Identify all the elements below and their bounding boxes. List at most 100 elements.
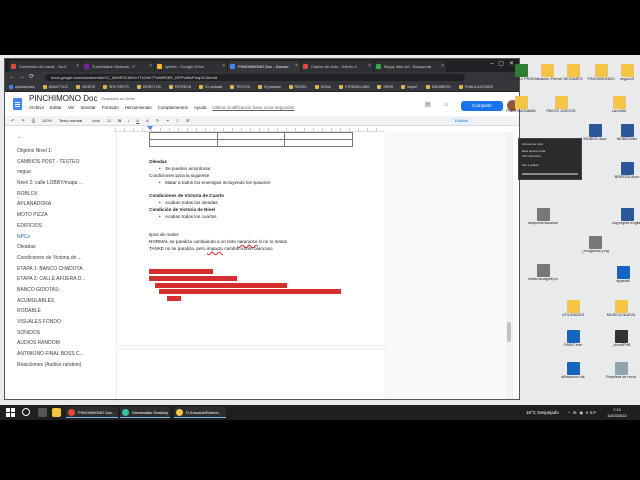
clock[interactable]: 7:13 11/03/2022 bbox=[607, 407, 627, 418]
misspelled-word[interactable]: impacto bbox=[207, 246, 223, 251]
outline-item[interactable]: Condiciones de Victoria de ... bbox=[17, 253, 85, 264]
outline-item[interactable]: SONIDOS bbox=[17, 328, 85, 339]
paragraph[interactable]: tipos de malos bbox=[149, 232, 179, 237]
paragraph[interactable]: Condiciones para la siguiente bbox=[149, 173, 209, 178]
system-tray[interactable]: ^ ✉ ◉ ESP bbox=[568, 405, 597, 420]
windows-start-icon[interactable] bbox=[6, 408, 15, 417]
underline-icon[interactable]: U bbox=[136, 118, 139, 123]
bullet-item[interactable]: Matar a todos los enemigos incluyendo lo… bbox=[159, 180, 270, 185]
document-page-2[interactable] bbox=[117, 350, 385, 399]
weather-widget[interactable]: 16°C Despejado bbox=[526, 405, 559, 420]
desktop-icon[interactable]: copyrights english.docx bbox=[612, 208, 640, 226]
align-icon[interactable]: ≡ bbox=[177, 118, 179, 123]
font-size-select[interactable]: 11 bbox=[107, 118, 111, 123]
bookmark[interactable]: GEMA bbox=[314, 85, 331, 89]
italic-icon[interactable]: I bbox=[128, 118, 129, 123]
redacted-text[interactable] bbox=[159, 289, 341, 294]
bookmark[interactable]: MIEMBROS bbox=[425, 85, 451, 89]
desktop-icon[interactable]: _icondFHB bbox=[606, 330, 636, 348]
menu-formato[interactable]: Formato bbox=[102, 105, 119, 110]
bookmark[interactable]: PATREON bbox=[168, 85, 191, 89]
close-icon[interactable]: × bbox=[441, 61, 444, 72]
task-view-icon[interactable] bbox=[38, 408, 47, 417]
comment-icon[interactable]: ▤ ⌂ bbox=[425, 101, 454, 108]
outline-item[interactable]: ETAPA 1: BANCO CHADOTA bbox=[17, 264, 85, 275]
outline-item[interactable]: ETAPA 2: CALLE AFUERA D... bbox=[17, 274, 85, 285]
paragraph-tanke[interactable]: TANKE no se paraliza, pero impacto cambi… bbox=[149, 246, 273, 251]
bullet-item[interactable]: Acaban todas las oleadas bbox=[159, 200, 218, 205]
taskbar-app-streamlabs[interactable]: Streamlabs Desktop bbox=[120, 407, 170, 418]
link-icon[interactable]: ⚭ bbox=[166, 118, 169, 123]
menu-herramientas[interactable]: Herramientas bbox=[125, 105, 152, 110]
desktop-icon[interactable]: UTILIDADES bbox=[558, 300, 588, 318]
desktop-icon[interactable]: car.knife bbox=[604, 96, 634, 114]
bookmark[interactable]: Aplicaciones bbox=[9, 85, 35, 89]
bold-icon[interactable]: B bbox=[118, 118, 121, 123]
bullet-item[interactable]: Se pueden amontonar bbox=[159, 166, 211, 171]
outline-item[interactable]: negus: bbox=[17, 167, 85, 178]
last-edit-link[interactable]: Última modificación hace unos segundos bbox=[213, 105, 295, 110]
bookmark[interactable]: Kj podcast bbox=[258, 85, 281, 89]
outline-item-selected[interactable]: NPCs bbox=[17, 232, 85, 243]
document-page[interactable]: Oleadas Se pueden amontonar Condiciones … bbox=[117, 132, 385, 345]
bookmark[interactable]: kajari7 bbox=[401, 85, 418, 89]
browser-tab-active[interactable]: PINCHIMONO Doc - Docum × bbox=[228, 61, 300, 72]
desktop-icon[interactable]: MOBDSxlsx bbox=[612, 124, 640, 142]
outline-item[interactable]: AUDIOS RANDOM bbox=[17, 338, 85, 349]
desktop-icon[interactable]: negus19 bbox=[612, 64, 640, 82]
search-icon[interactable] bbox=[22, 408, 30, 416]
close-icon[interactable]: × bbox=[76, 61, 79, 72]
outline-item[interactable]: Nivel 2: calle LOBBY/mapa ... bbox=[17, 178, 85, 189]
bookmark[interactable]: ANALYTICS bbox=[42, 85, 68, 89]
menu-insertar[interactable]: Insertar bbox=[81, 105, 96, 110]
close-icon[interactable]: × bbox=[222, 61, 225, 72]
bookmark[interactable]: REDES bbox=[288, 85, 307, 89]
outline-item[interactable]: VISUALES FONDO bbox=[17, 317, 85, 328]
browser-tab[interactable]: sprites - Google Drive × bbox=[155, 61, 227, 72]
file-explorer-icon[interactable] bbox=[52, 408, 61, 417]
outline-item[interactable]: MOTO PIZZA bbox=[17, 210, 85, 221]
desktop-icon[interactable]: lmabrosoagolll.png bbox=[528, 264, 558, 282]
bookmark[interactable]: SRV RESTS bbox=[103, 85, 129, 89]
edit-mode-select[interactable]: Edición bbox=[451, 117, 473, 125]
close-icon[interactable]: × bbox=[368, 61, 371, 72]
bookmark[interactable]: PUBLICACIONES bbox=[458, 85, 493, 89]
outline-item[interactable]: Objetos Nivel 1: bbox=[17, 146, 85, 157]
browser-tab[interactable]: floppy disk set - Búsqueda × bbox=[374, 61, 446, 72]
menu-complementos[interactable]: Complementos bbox=[158, 105, 188, 110]
indent-marker-icon[interactable] bbox=[147, 126, 153, 130]
taskbar-app-chrome[interactable]: PINCHIMONO Doc... bbox=[66, 407, 118, 418]
outline-item[interactable]: ACUMULABLES bbox=[17, 296, 85, 307]
heading-oleadas[interactable]: Oleadas bbox=[149, 159, 167, 164]
menu-ayuda[interactable]: Ayuda bbox=[194, 105, 207, 110]
nav-buttons-icon[interactable]: ←→⟳ bbox=[9, 73, 38, 80]
desktop-icon[interactable]: MUSICA NUEVA bbox=[606, 300, 636, 318]
docs-logo-icon[interactable] bbox=[13, 98, 22, 110]
highlight-icon[interactable]: ✎ bbox=[156, 118, 159, 123]
list-icon[interactable]: ☰ bbox=[186, 118, 190, 123]
outline-item[interactable]: Oleadas bbox=[17, 242, 85, 253]
menu-archivo[interactable]: Archivo bbox=[29, 105, 44, 110]
bullet-item[interactable]: Acaban todos los cuartos bbox=[159, 214, 217, 219]
desktop-icon[interactable]: Papelera de reciclaje bbox=[606, 362, 636, 380]
heading-cond-nivel[interactable]: Condición de Victoria de Nivel bbox=[149, 207, 215, 212]
desktop-icon[interactable]: MOBDS.docx bbox=[580, 124, 610, 142]
bookmark[interactable]: DIRECTOS bbox=[136, 85, 161, 89]
bookmark[interactable]: TEXTOS bbox=[230, 85, 250, 89]
document-title[interactable]: PINCHIMONO Doc bbox=[29, 94, 97, 103]
browser-tab[interactable]: Contenido del canal - YouT × bbox=[9, 61, 81, 72]
taskbar-app-explorer[interactable]: D:\Usuario\Robert... bbox=[174, 407, 226, 418]
outline-item[interactable]: APLANADORA bbox=[17, 199, 85, 210]
paragraph-normal[interactable]: NORMAL se paraliza cambiando a un tinte … bbox=[149, 239, 287, 244]
dialog-window[interactable]: Almacenar todo Esta buscar nada Otro dir… bbox=[518, 138, 582, 180]
scroll-thumb[interactable] bbox=[507, 322, 511, 342]
misspelled-word[interactable]: naranjoso bbox=[237, 239, 257, 244]
outline-item[interactable]: RODABLE bbox=[17, 306, 85, 317]
redacted-text[interactable] bbox=[167, 296, 181, 301]
redo-icon[interactable]: ↷ bbox=[21, 118, 24, 123]
desktop-icon[interactable]: dMashcon.lnk bbox=[558, 362, 588, 380]
bookmark[interactable]: VIDEOS bbox=[75, 85, 95, 89]
browser-tab[interactable]: TransNation Network - F × bbox=[82, 61, 154, 72]
desktop-icon[interactable]: PAINT.exe bbox=[558, 330, 588, 348]
redacted-text[interactable] bbox=[155, 283, 287, 288]
